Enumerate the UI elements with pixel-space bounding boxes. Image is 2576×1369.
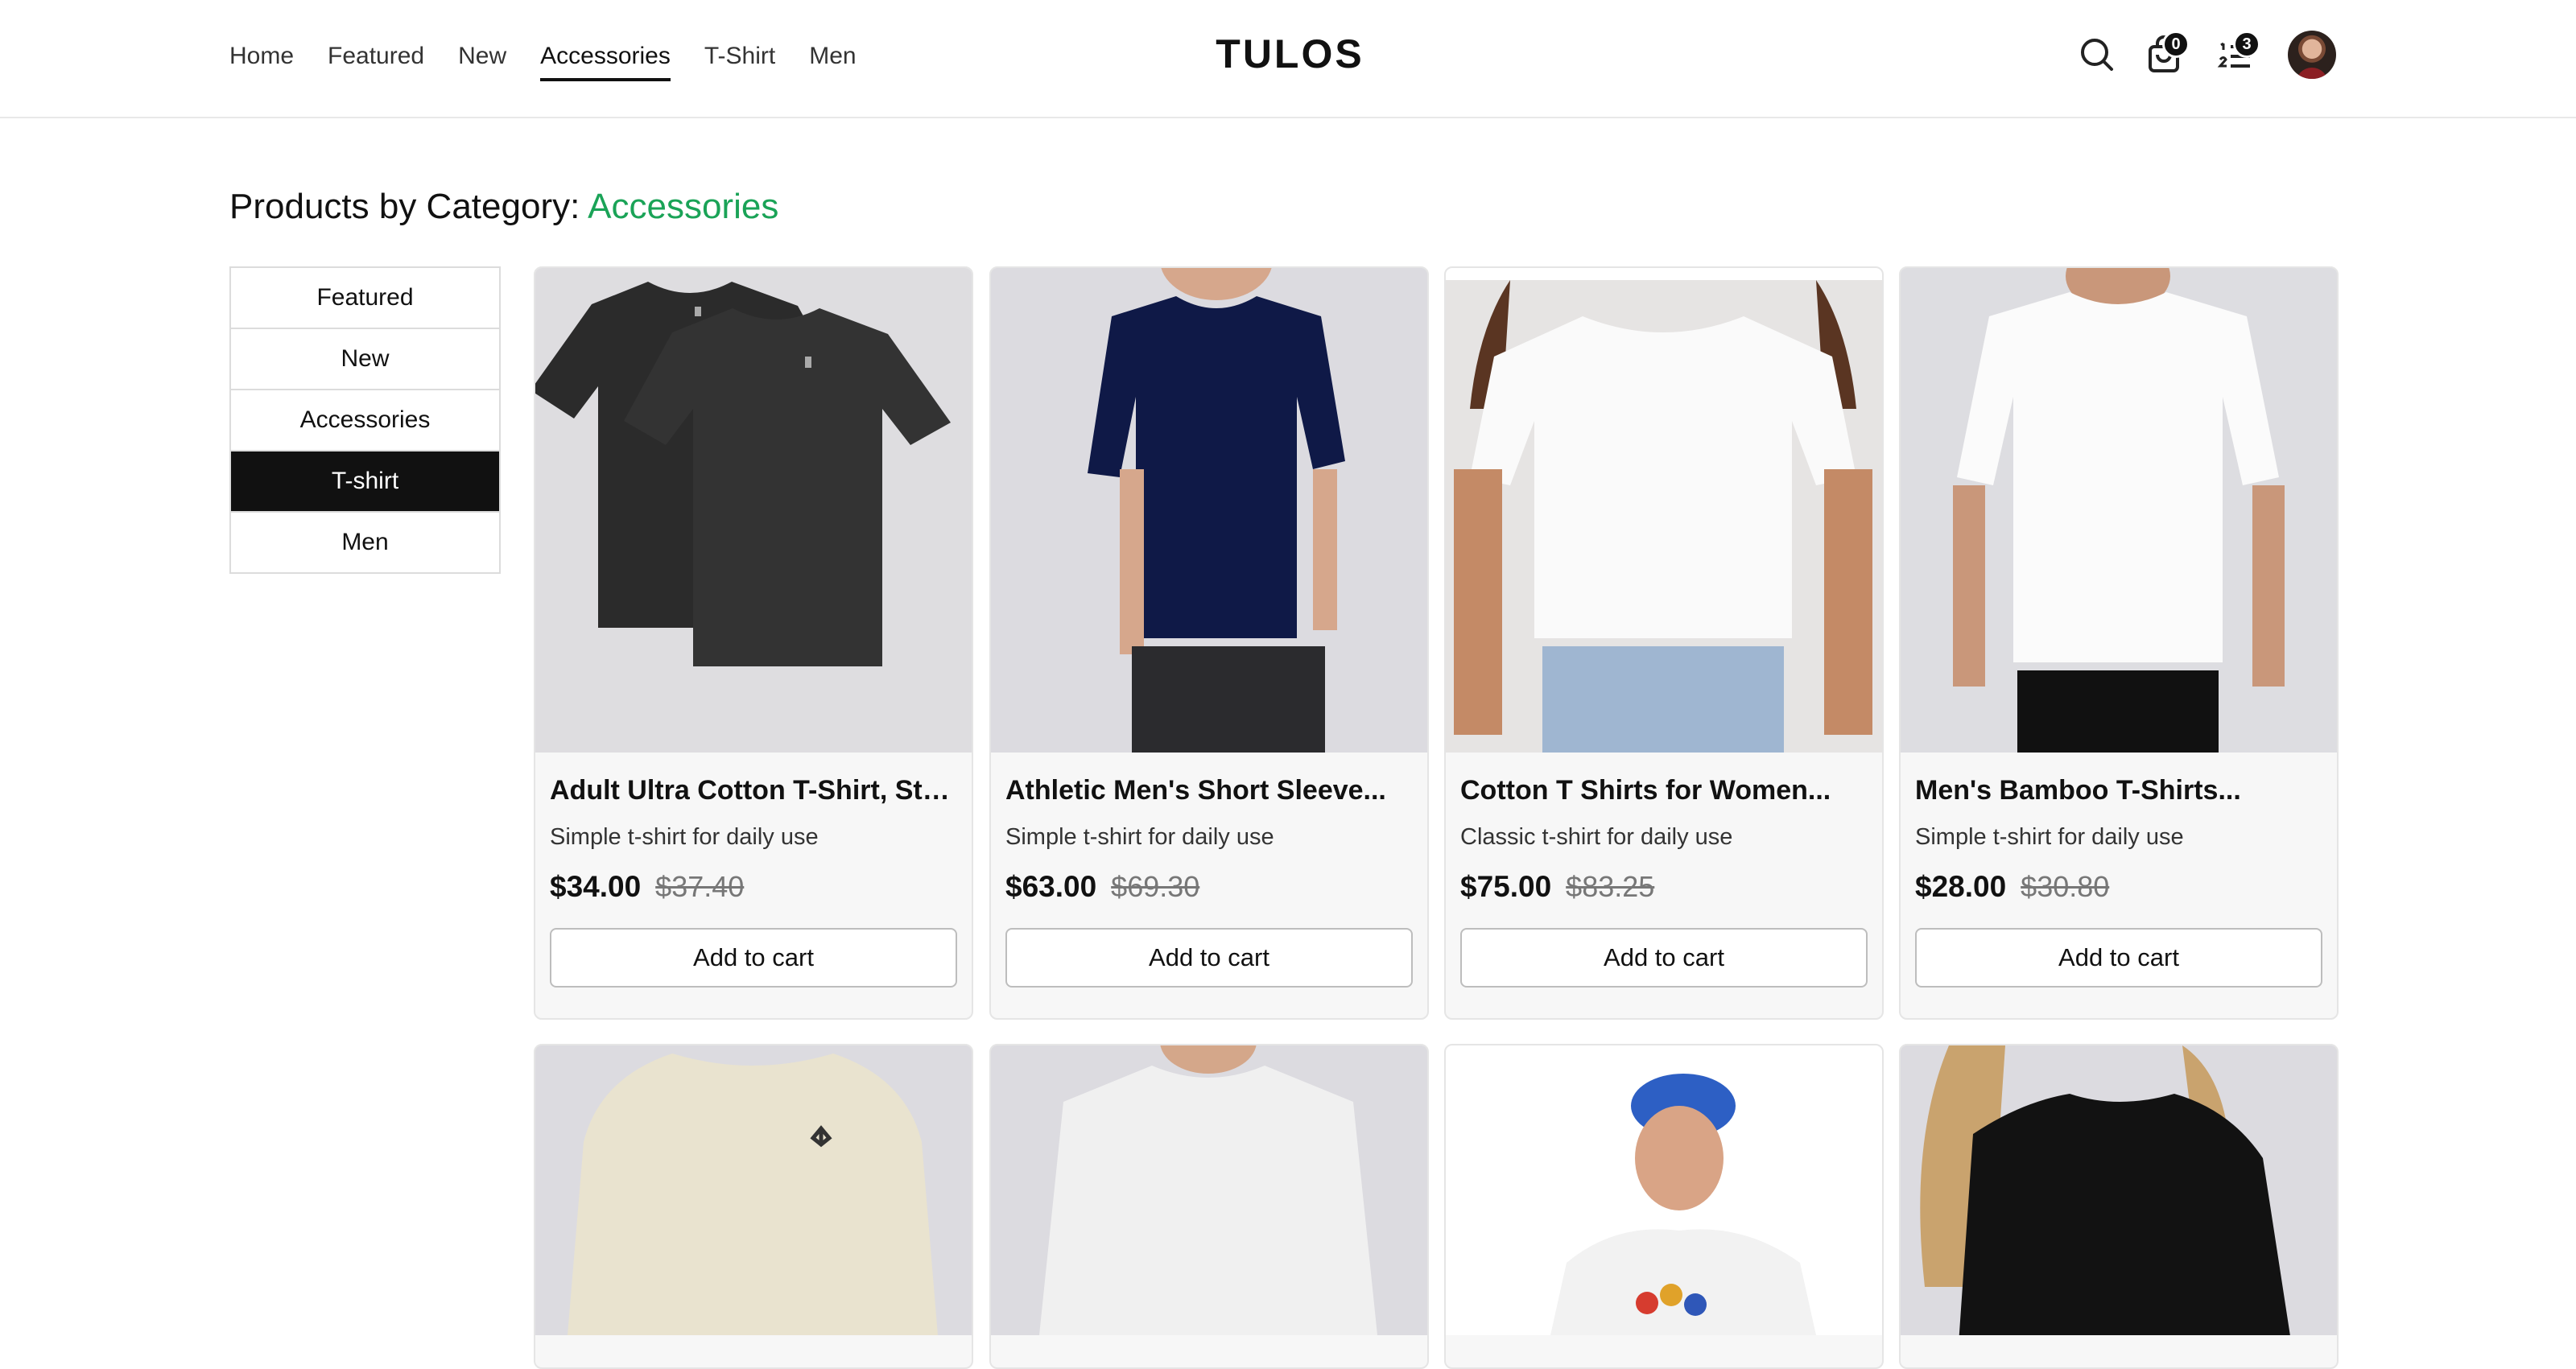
product-name[interactable]: Men's Bamboo T-Shirts... <box>1915 775 2322 806</box>
product-image[interactable] <box>1446 268 1882 753</box>
product-description: Classic t-shirt for daily use <box>1460 824 1733 850</box>
nav-featured[interactable]: Featured <box>328 36 424 76</box>
product-card[interactable]: Men's Bamboo T-Shirts... Simple t-shirt … <box>1899 266 2339 1020</box>
product-description: Simple t-shirt for daily use <box>1915 824 2184 850</box>
product-description: Simple t-shirt for daily use <box>1005 824 1274 850</box>
search-icon[interactable] <box>2071 29 2123 80</box>
avatar[interactable] <box>2288 31 2336 79</box>
category-men[interactable]: Men <box>231 513 499 572</box>
cart-count-badge: 0 <box>2162 31 2190 58</box>
product-image[interactable] <box>535 1045 972 1335</box>
product-image[interactable] <box>991 268 1427 753</box>
product-name[interactable]: Athletic Men's Short Sleeve... <box>1005 775 1413 806</box>
add-to-cart-button[interactable]: Add to cart <box>1460 928 1868 988</box>
category-tshirt[interactable]: T-shirt <box>231 452 499 513</box>
site-logo[interactable]: TULOS <box>1127 31 1453 77</box>
product-name[interactable]: Adult Ultra Cotton T-Shirt, Style G2000,… <box>550 775 957 806</box>
page-title: Products by Category: Accessories <box>229 187 778 227</box>
nav-tshirt[interactable]: T-Shirt <box>704 36 775 76</box>
category-featured[interactable]: Featured <box>231 268 499 329</box>
product-card[interactable] <box>989 1044 1429 1369</box>
list-count-badge: 3 <box>2233 31 2260 58</box>
product-name[interactable]: Cotton T Shirts for Women... <box>1460 775 1868 806</box>
category-list: Featured New Accessories T-shirt Men <box>229 266 501 574</box>
product-image[interactable] <box>991 1045 1427 1335</box>
product-price: $75.00 <box>1460 870 1552 903</box>
nav-home[interactable]: Home <box>229 36 294 76</box>
page-title-category: Accessories <box>588 187 779 226</box>
product-card[interactable] <box>1899 1044 2339 1369</box>
nav-men[interactable]: Men <box>809 36 856 76</box>
product-description: Simple t-shirt for daily use <box>550 824 819 850</box>
product-card[interactable]: Adult Ultra Cotton T-Shirt, Style G2000,… <box>534 266 973 1020</box>
nav-new[interactable]: New <box>458 36 506 76</box>
add-to-cart-button[interactable]: Add to cart <box>550 928 957 988</box>
main-nav: Home Featured New Accessories T-Shirt Me… <box>229 0 890 113</box>
product-image[interactable] <box>535 268 972 753</box>
product-old-price: $69.30 <box>1111 870 1200 903</box>
product-card[interactable] <box>1444 1044 1884 1369</box>
add-to-cart-button[interactable]: Add to cart <box>1915 928 2322 988</box>
category-new[interactable]: New <box>231 329 499 390</box>
product-price: $34.00 <box>550 870 642 903</box>
product-old-price: $30.80 <box>2021 870 2110 903</box>
product-image[interactable] <box>1901 1045 2337 1335</box>
page-title-prefix: Products by Category: <box>229 187 580 226</box>
add-to-cart-button[interactable]: Add to cart <box>1005 928 1413 988</box>
product-card[interactable]: Athletic Men's Short Sleeve... Simple t-… <box>989 266 1429 1020</box>
category-accessories[interactable]: Accessories <box>231 390 499 452</box>
product-price: $28.00 <box>1915 870 2007 903</box>
nav-accessories[interactable]: Accessories <box>540 36 671 81</box>
product-image[interactable] <box>1446 1045 1882 1335</box>
product-card[interactable] <box>534 1044 973 1369</box>
site-header: Home Featured New Accessories T-Shirt Me… <box>0 0 2576 118</box>
product-image[interactable] <box>1901 268 2337 753</box>
product-price: $63.00 <box>1005 870 1097 903</box>
product-old-price: $37.40 <box>655 870 745 903</box>
product-card[interactable]: Cotton T Shirts for Women... Classic t-s… <box>1444 266 1884 1020</box>
product-old-price: $83.25 <box>1566 870 1655 903</box>
